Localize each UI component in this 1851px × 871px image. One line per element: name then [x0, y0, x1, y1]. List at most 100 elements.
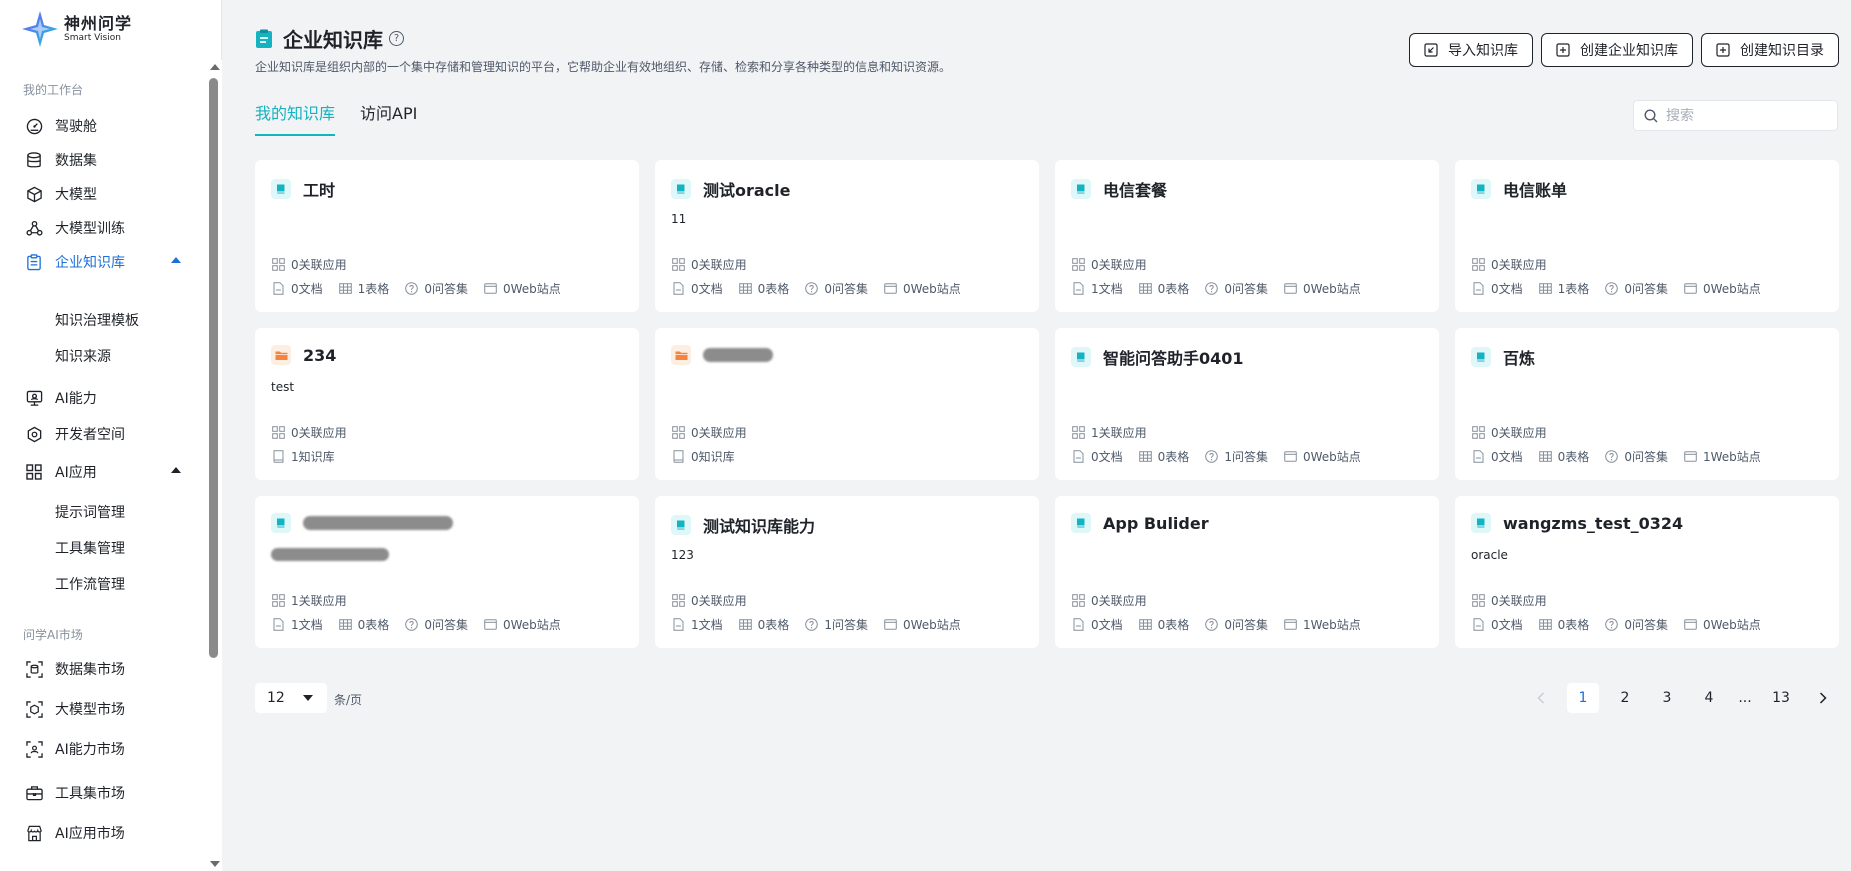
sidebar-item-dataset-market[interactable]: 数据集市场: [15, 652, 191, 686]
collapse-caret-icon[interactable]: [171, 467, 181, 473]
ai-market-icon: [25, 740, 43, 758]
knowledge-book-icon: [1071, 513, 1091, 533]
create-kb-button[interactable]: 创建企业知识库: [1541, 33, 1693, 67]
question-circle-icon: [1605, 618, 1619, 631]
sidebar-item-cockpit[interactable]: 驾驶舱: [15, 109, 191, 143]
stat-web: 0 Web站点: [1684, 280, 1761, 297]
book-icon: [673, 450, 684, 463]
sidebar-item-model-training[interactable]: 大模型训练: [15, 211, 191, 245]
page-button[interactable]: 1: [1567, 683, 1599, 713]
knowledge-base-card[interactable]: 百炼 0 关联应用 0 文档 0 表格 0 问答集 1 Web站点: [1455, 328, 1839, 480]
knowledge-base-card[interactable]: 0 关联应用 0 知识库: [655, 328, 1039, 480]
stat-docs: 0 文档: [1472, 616, 1523, 633]
sidebar-item-dataset[interactable]: 数据集: [15, 143, 191, 177]
knowledge-base-card[interactable]: 测试oracle 11 0 关联应用 0 文档 0 表格 0 问答集 0 Web站点: [655, 160, 1039, 312]
stat-label: Web站点: [1710, 450, 1761, 464]
database-icon: [25, 151, 43, 169]
question-circle-icon: [1205, 450, 1219, 463]
table-icon: [1138, 451, 1152, 462]
next-page-chevron-icon[interactable]: [1807, 683, 1839, 713]
pagination-ellipsis[interactable]: ...: [1735, 683, 1755, 713]
question-circle-icon: [1205, 618, 1219, 631]
book-icon: [273, 450, 284, 463]
tab-my-knowledge-base[interactable]: 我的知识库: [255, 100, 336, 136]
search-input[interactable]: [1666, 107, 1826, 124]
sidebar-subitem-governance-template[interactable]: 知识治理模板: [55, 306, 139, 336]
knowledge-base-card[interactable]: 1 关联应用 1 文档 0 表格 0 问答集 0 Web站点: [255, 496, 639, 648]
stat-web: 0 Web站点: [884, 616, 961, 633]
search-box[interactable]: [1633, 100, 1838, 131]
knowledge-base-card[interactable]: 电信套餐 0 关联应用 1 文档 0 表格 0 问答集 0 Web站点: [1055, 160, 1439, 312]
sidebar-scrollbar[interactable]: [206, 60, 222, 871]
logo-star-icon: [22, 11, 58, 47]
sidebar-subitem-toolset-management[interactable]: 工具集管理: [55, 534, 125, 564]
stat-value: 0: [1491, 281, 1499, 296]
sidebar-item-ai-ability[interactable]: AI能力: [15, 381, 191, 415]
scroll-up-arrow-icon[interactable]: [210, 64, 220, 70]
stat-linked-apps: 0 关联应用: [1472, 424, 1547, 441]
stat-label: 关联应用: [298, 258, 347, 272]
import-kb-label: 导入知识库: [1448, 43, 1518, 59]
stat-label: 表格: [1565, 450, 1590, 464]
card-stats: 0 文档 0 表格 1 问答集 0 Web站点: [1072, 448, 1377, 465]
sidebar-subitem-knowledge-source[interactable]: 知识来源: [55, 342, 111, 372]
card-description: oracle: [1471, 548, 1508, 562]
knowledge-base-card[interactable]: 工时 0 关联应用 0 文档 1 表格 0 问答集 0 Web站点: [255, 160, 639, 312]
help-question-icon[interactable]: ?: [389, 31, 404, 46]
import-kb-button[interactable]: 导入知识库: [1409, 33, 1533, 67]
brand-logo[interactable]: 神州问学 Smart Vision: [20, 10, 132, 48]
card-header: [271, 513, 453, 533]
sidebar-item-model[interactable]: 大模型: [15, 177, 191, 211]
knowledge-base-card[interactable]: 234 test 0 关联应用 1 知识库: [255, 328, 639, 480]
card-title: wangzms_test_0324: [1503, 513, 1684, 533]
document-icon: [1073, 618, 1084, 631]
stat-value: 0: [1491, 425, 1499, 440]
knowledge-base-card[interactable]: 电信账单 0 关联应用 0 文档 1 表格 0 问答集 0 Web站点: [1455, 160, 1839, 312]
stat-label: Web站点: [910, 618, 961, 632]
card-header: App Bulider: [1071, 513, 1209, 533]
knowledge-base-card[interactable]: 智能问答助手0401 1 关联应用 0 文档 0 表格 1 问答集 0 Web站点: [1055, 328, 1439, 480]
sidebar-subitem-workflow-management[interactable]: 工作流管理: [55, 570, 125, 600]
knowledge-base-card[interactable]: App Bulider 0 关联应用 0 文档 0 表格 0 问答集 1 Web站点: [1055, 496, 1439, 648]
knowledge-base-card[interactable]: 测试知识库能力 123 0 关联应用 1 文档 0 表格 1 问答集 0 Web站点: [655, 496, 1039, 648]
scroll-down-arrow-icon[interactable]: [210, 861, 220, 867]
stat-tables: 1 表格: [1538, 280, 1589, 297]
scrollbar-thumb[interactable]: [209, 78, 218, 658]
stat-web: 0 Web站点: [1284, 448, 1361, 465]
knowledge-base-card[interactable]: wangzms_test_0324 oracle 0 关联应用 0 文档 0 表格…: [1455, 496, 1839, 648]
stat-label: 关联应用: [1498, 426, 1547, 440]
sidebar-item-knowledge-base[interactable]: 企业知识库: [15, 245, 191, 279]
page-button[interactable]: 3: [1651, 683, 1683, 713]
stat-label: 问答集: [831, 282, 868, 296]
page-size-select[interactable]: 12: [255, 683, 327, 713]
page-button[interactable]: 4: [1693, 683, 1725, 713]
create-directory-button[interactable]: 创建知识目录: [1701, 33, 1839, 67]
sidebar-item-developer-space[interactable]: 开发者空间: [15, 417, 191, 451]
collapse-caret-icon[interactable]: [171, 257, 181, 263]
stat-docs: 0 文档: [1472, 280, 1523, 297]
stat-label: Web站点: [1710, 618, 1761, 632]
sidebar-item-ai-ability-market[interactable]: AI能力市场: [15, 732, 191, 766]
training-icon: [25, 219, 43, 237]
sidebar-item-model-market[interactable]: 大模型市场: [15, 692, 191, 726]
stat-label: Web站点: [510, 618, 561, 632]
stat-value: 1: [1091, 281, 1099, 296]
page-button[interactable]: 13: [1765, 683, 1797, 713]
stat-docs: 1 文档: [672, 616, 723, 633]
stat-value: 0: [902, 617, 911, 632]
prev-page-chevron-icon[interactable]: [1525, 683, 1557, 713]
stat-value: 0: [291, 257, 299, 272]
sidebar-item-toolbox-market[interactable]: 工具集市场: [15, 776, 191, 810]
card-header: 测试知识库能力: [671, 513, 815, 537]
stat-label: 问答集: [431, 282, 468, 296]
sidebar-subitem-prompt-management[interactable]: 提示词管理: [55, 498, 125, 528]
stat-value: 0: [357, 617, 366, 632]
page-button[interactable]: 2: [1609, 683, 1641, 713]
tab-access-api[interactable]: 访问API: [360, 100, 417, 136]
table-icon: [738, 283, 752, 294]
sidebar-item-ai-apps[interactable]: AI应用: [15, 455, 191, 489]
browser-icon: [1284, 283, 1297, 294]
sidebar-item-label: 大模型: [55, 187, 97, 203]
stat-label: 表格: [1565, 618, 1590, 632]
sidebar-item-ai-app-market[interactable]: AI应用市场: [15, 816, 191, 850]
